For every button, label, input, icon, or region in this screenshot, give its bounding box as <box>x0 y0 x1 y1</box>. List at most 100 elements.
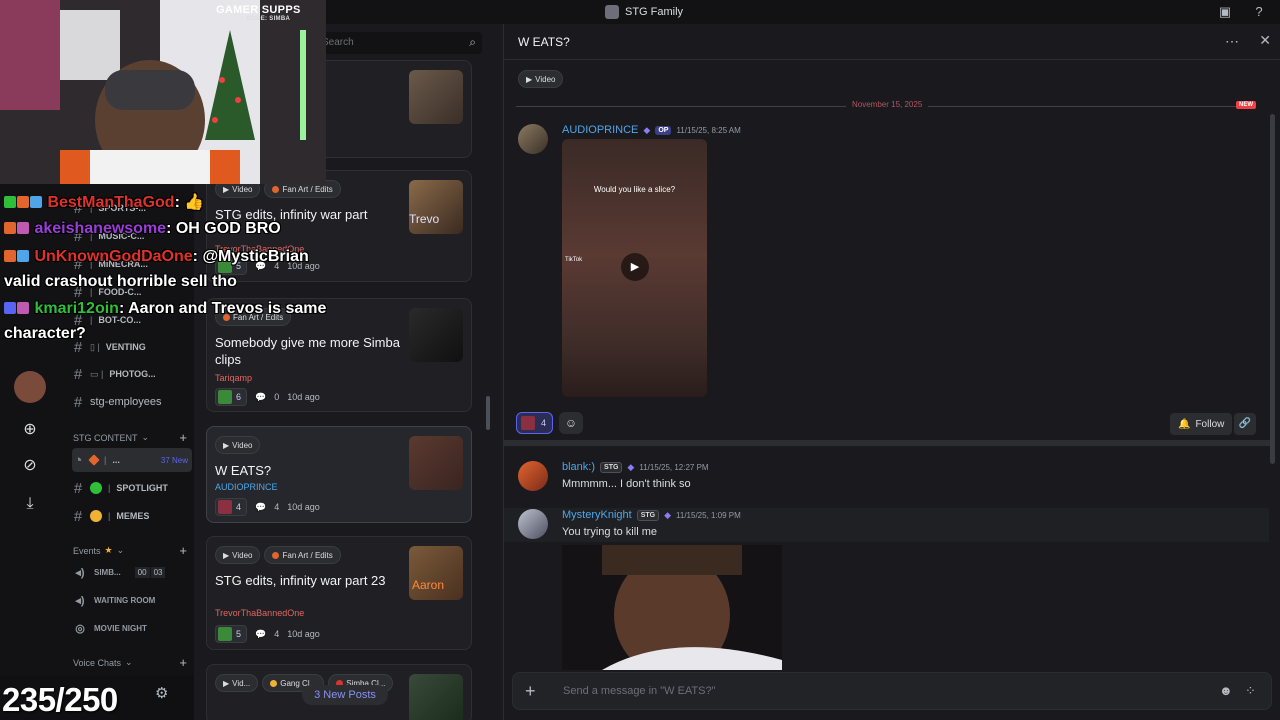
tag-video: ▶ Vid... <box>215 674 259 692</box>
channel-forum-active[interactable]: ◔ | ... 37 New <box>72 448 192 472</box>
thread-header: W EATS? ⋯ ✕ <box>504 24 1280 60</box>
video-embed[interactable]: Would you like a slice? TikTok ▶ <box>562 139 707 397</box>
chat-line: kmari12oin: Aaron and Trevos is same <box>4 296 326 322</box>
username[interactable]: blank:) <box>562 461 595 473</box>
avatar[interactable] <box>518 509 548 539</box>
add-channel-icon[interactable]: + <box>179 430 187 445</box>
message-composer[interactable]: + Send a message in "W EATS?" ☻ ⁘ <box>512 672 1272 710</box>
channel-label: MEMES <box>116 511 150 521</box>
hash-icon: # <box>73 479 83 497</box>
search-icon[interactable]: ⌕ <box>469 35 476 50</box>
channel-label: WAITING ROOM <box>94 595 156 605</box>
channel-spotlight[interactable]: # | SPOTLIGHT <box>72 476 192 500</box>
more-options-icon[interactable]: ⋯ <box>1225 33 1239 50</box>
w-emoji-icon <box>218 627 232 641</box>
comment-count: 0 <box>274 392 280 402</box>
add-server-icon[interactable]: ⊕ <box>18 418 42 442</box>
guild-tag: STG <box>636 509 660 521</box>
star-icon: ★ <box>104 545 113 555</box>
reaction-chip[interactable]: 6 <box>215 388 248 406</box>
message-text: You trying to kill me <box>562 526 657 538</box>
bell-icon: 🔔 <box>1178 418 1191 430</box>
hash-icon: # <box>73 507 83 525</box>
chevron-down-icon: ⌄ <box>125 657 133 667</box>
message-input[interactable]: Send a message in "W EATS?" <box>563 685 716 697</box>
user-count: 00 <box>134 566 150 578</box>
comment-count: 4 <box>274 502 280 512</box>
fire-icon <box>272 551 280 559</box>
apps-icon[interactable]: ⁘ <box>1245 683 1256 699</box>
category-events[interactable]: Events ★ ⌄ + <box>73 543 187 558</box>
sponsor-logo: GAMER SUPPS CODE: SIMBA <box>216 4 301 22</box>
inbox-icon[interactable]: ▣ <box>1217 4 1233 20</box>
link-icon[interactable]: 🔗 <box>1234 413 1256 435</box>
video-icon: ▶ <box>526 74 533 84</box>
username[interactable]: MysteryKnight <box>562 509 632 521</box>
search-input[interactable]: Search ⌕ <box>314 32 482 54</box>
reaction-chip[interactable]: 4 <box>516 412 554 434</box>
category-stg-content[interactable]: STG CONTENT ⌄ + <box>73 430 187 445</box>
gear-icon[interactable]: ⚙ <box>155 684 168 702</box>
channel-photography[interactable]: # ▭ | PHOTOG... <box>72 362 192 386</box>
comment-count: 4 <box>274 629 280 639</box>
gif-embed[interactable] <box>562 545 782 670</box>
avatar[interactable] <box>518 461 548 491</box>
follow-button[interactable]: 🔔 Follow <box>1170 413 1233 435</box>
category-label: Events <box>73 545 101 556</box>
plus-icon[interactable]: + <box>525 681 536 702</box>
window-title: STG Family <box>605 5 683 19</box>
message-text: Mmmmm... I don't think so <box>562 478 691 490</box>
reaction-chip[interactable]: 5 <box>215 625 248 643</box>
channel-label: SPOTLIGHT <box>116 483 168 493</box>
download-icon[interactable]: ⤓ <box>18 492 42 516</box>
post-author: AUDIOPRINCE <box>215 482 278 492</box>
channel-label: VENTING <box>105 342 146 352</box>
channel-stg-employees[interactable]: # stg-employees <box>72 390 192 414</box>
add-channel-icon[interactable]: + <box>179 655 187 670</box>
close-icon[interactable]: ✕ <box>1259 32 1271 49</box>
stage-channel-movie-night[interactable]: ◎ MOVIE NIGHT <box>74 616 147 640</box>
voice-channel-simba[interactable]: ◂) SIMB... 00 03 <box>74 560 166 584</box>
tiktok-watermark: TikTok <box>565 257 583 263</box>
channel-venting[interactable]: # ▯ | VENTING <box>72 335 192 359</box>
post-title: STG edits, infinity war part 23 <box>215 573 386 588</box>
new-count-badge: 37 New <box>160 455 188 465</box>
timestamp: 11/15/25, 1:09 PM <box>676 510 741 520</box>
help-icon[interactable]: ? <box>1251 4 1267 20</box>
post-title: W EATS? <box>215 463 272 478</box>
channel-emoji <box>88 454 100 466</box>
thread-title: W EATS? <box>518 35 570 49</box>
channel-memes[interactable]: # | MEMES <box>72 504 192 528</box>
add-reaction-icon[interactable]: ☺ <box>559 412 584 434</box>
forum-post-card-active[interactable]: ▶ Video W EATS? AUDIOPRINCE 4 💬 4 10d ago <box>206 426 472 523</box>
reaction-chip[interactable]: 4 <box>215 498 248 516</box>
play-icon[interactable]: ▶ <box>621 253 649 281</box>
category-voice-chats[interactable]: Voice Chats ⌄ + <box>73 655 187 670</box>
stream-goal-counter: 235/250 <box>2 681 118 718</box>
add-channel-icon[interactable]: + <box>179 543 187 558</box>
new-posts-button[interactable]: 3 New Posts <box>302 685 388 705</box>
chevron-down-icon: ⌄ <box>116 545 125 555</box>
divider <box>504 440 1272 446</box>
stage-icon: ◎ <box>75 622 85 635</box>
timestamp: 11/15/25, 12:27 PM <box>639 462 709 472</box>
video-icon: ▶ <box>223 440 230 450</box>
server-icon <box>605 5 619 19</box>
boost-icon: ◆ <box>627 461 635 472</box>
thread-panel: W EATS? ⋯ ✕ ▶ Video November 15, 2025 NEW… <box>503 24 1280 720</box>
emoji-icon[interactable]: ☻ <box>1219 683 1233 698</box>
scrollbar[interactable] <box>1270 114 1275 464</box>
server-avatar[interactable] <box>14 371 46 403</box>
boost-icon: ◆ <box>643 124 651 135</box>
discover-icon[interactable]: ⊘ <box>18 454 42 478</box>
avatar[interactable] <box>518 124 548 154</box>
new-badge: NEW <box>1236 101 1256 109</box>
voice-channel-waiting-room[interactable]: ◂) WAITING ROOM <box>74 588 155 612</box>
channel-label: stg-employees <box>90 396 162 408</box>
w-emoji-icon <box>218 390 232 404</box>
reaction-count: 4 <box>236 502 242 512</box>
username[interactable]: AUDIOPRINCE <box>562 124 638 136</box>
post-thumbnail <box>409 674 463 720</box>
scrollbar[interactable] <box>486 396 490 430</box>
forum-post-card[interactable]: ▶ Video Fan Art / Edits STG edits, infini… <box>206 536 472 650</box>
